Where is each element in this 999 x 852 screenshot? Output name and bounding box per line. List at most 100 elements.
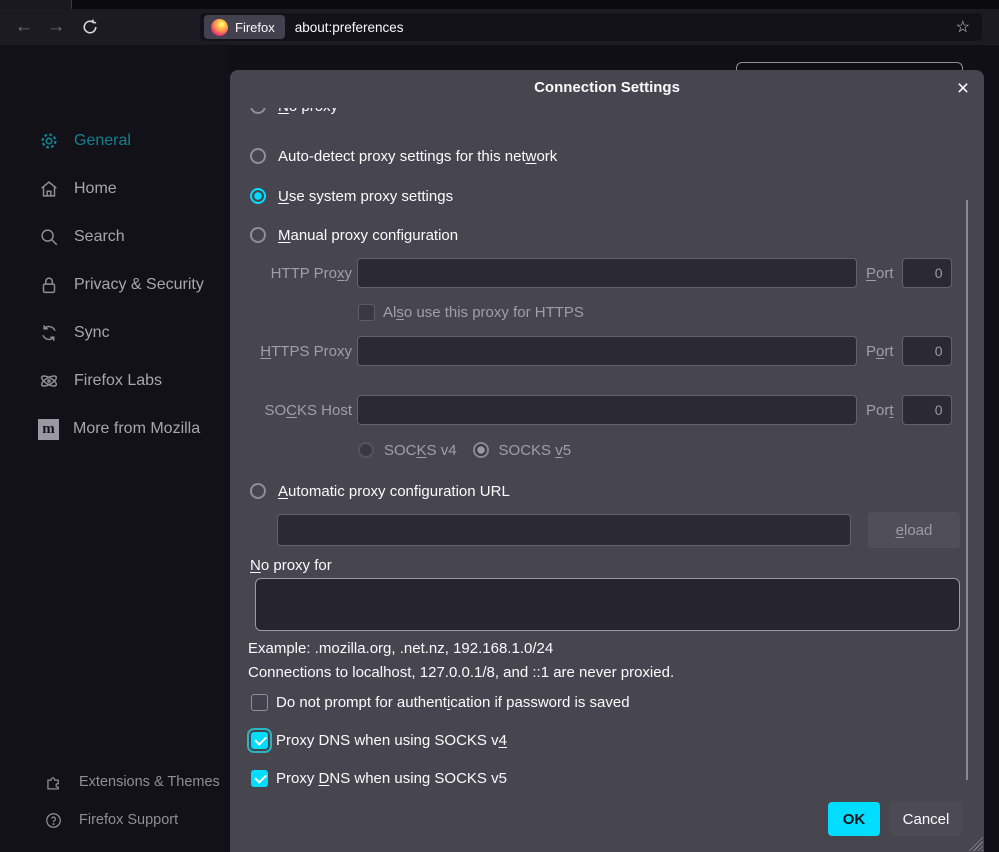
auto-config-url-input — [277, 514, 851, 546]
sidebar-item-label: Extensions & Themes — [79, 774, 220, 790]
find-in-settings-search-box[interactable] — [736, 62, 963, 70]
socks-host-row: SOCKS Host Port — [250, 395, 952, 425]
https-proxy-row: HTTPS Proxy Port — [250, 336, 952, 366]
back-icon: ← — [15, 16, 34, 38]
search-icon — [38, 226, 60, 248]
sidebar-item-more-from-mozilla[interactable]: m More from Mozilla — [0, 409, 230, 449]
url-bar[interactable]: Firefox about:preferences ☆ — [200, 13, 982, 41]
dialog-scrollbar-thumb[interactable] — [966, 200, 968, 780]
sidebar-item-label: Firefox Support — [79, 812, 178, 828]
proxy-dns-socks-v5-checkbox[interactable] — [251, 770, 268, 787]
ok-button[interactable]: OK — [828, 802, 880, 836]
sidebar-item-label: Privacy & Security — [74, 276, 204, 294]
question-mark-icon — [44, 811, 63, 830]
resize-grip[interactable] — [968, 836, 983, 851]
http-proxy-input — [357, 258, 857, 288]
sidebar-item-label: Home — [74, 180, 117, 198]
socks-v5-radio — [473, 442, 489, 458]
http-port-input — [902, 258, 952, 288]
socks-version-row: SOCKS v4 SOCKS v5 — [358, 440, 571, 460]
sidebar-item-general[interactable]: General — [0, 121, 230, 161]
https-proxy-input — [357, 336, 857, 366]
no-proxy-radio[interactable] — [250, 108, 266, 114]
checkbox-label: Proxy DNS when using SOCKS v5 — [276, 770, 507, 787]
preferences-sidebar: General Home Search Privacy & Security S… — [0, 45, 230, 852]
https-port-input — [902, 336, 952, 366]
radio-label: Automatic proxy configuration URL — [278, 483, 510, 500]
example-line-2: Connections to localhost, 127.0.0.1/8, a… — [248, 662, 674, 682]
engine-chip-label: Firefox — [235, 20, 275, 35]
reload-button: eload — [868, 512, 960, 548]
radio-row-system-proxy: Use system proxy settings — [250, 184, 453, 208]
radio-label: No proxy — [278, 108, 338, 115]
sidebar-item-label: General — [74, 132, 131, 150]
sidebar-item-label: Sync — [74, 324, 110, 342]
sidebar-item-firefox-support[interactable]: Firefox Support — [0, 800, 230, 840]
gear-icon — [38, 130, 60, 152]
active-tab[interactable] — [0, 0, 72, 9]
mozilla-logo-icon: m — [38, 419, 59, 440]
radio-label: Use system proxy settings — [278, 188, 453, 205]
firefox-logo-icon — [211, 19, 228, 36]
clipped-no-proxy-row: No proxy — [250, 108, 650, 118]
url-text: about:preferences — [295, 20, 404, 35]
sidebar-item-privacy-security[interactable]: Privacy & Security — [0, 265, 230, 305]
reload-icon — [81, 18, 99, 36]
autodetect-proxy-radio[interactable] — [250, 148, 266, 164]
manual-proxy-radio[interactable] — [250, 227, 266, 243]
http-port-label: Port — [866, 265, 894, 282]
no-proxy-for-label: No proxy for — [250, 555, 332, 575]
sidebar-item-label: Search — [74, 228, 125, 246]
socks-host-label: SOCKS Host — [250, 402, 357, 419]
sidebar-item-extensions-themes[interactable]: Extensions & Themes — [0, 762, 230, 802]
puzzle-piece-icon — [44, 773, 63, 792]
connection-settings-dialog: Connection Settings × No proxy Auto-dete… — [230, 70, 984, 852]
navigation-toolbar: ← → Firefox about:preferences ☆ — [0, 9, 999, 45]
proxy-dns-socks-v4-checkbox[interactable] — [251, 732, 268, 749]
sidebar-item-search[interactable]: Search — [0, 217, 230, 257]
tab-strip — [0, 0, 999, 9]
https-proxy-label: HTTPS Proxy — [250, 343, 357, 360]
also-use-for-https-checkbox — [358, 304, 375, 321]
radio-row-auto-url: Automatic proxy configuration URL — [250, 479, 510, 503]
no-auth-prompt-checkbox[interactable] — [251, 694, 268, 711]
auto-config-url-radio[interactable] — [250, 483, 266, 499]
bookmark-star-icon[interactable]: ☆ — [956, 13, 970, 41]
forward-icon: → — [47, 16, 66, 38]
also-https-row: Also use this proxy for HTTPS — [358, 302, 584, 322]
sidebar-item-firefox-labs[interactable]: Firefox Labs — [0, 361, 230, 401]
socks-v4-radio — [358, 442, 374, 458]
sidebar-item-sync[interactable]: Sync — [0, 313, 230, 353]
checkbox-label: Proxy DNS when using SOCKS v4 — [276, 732, 507, 749]
lock-icon — [38, 274, 60, 296]
socks-port-input — [902, 395, 952, 425]
checkbox-label: Do not prompt for authentication if pass… — [276, 694, 630, 711]
reload-page-button[interactable] — [74, 9, 106, 45]
atom-icon — [38, 370, 60, 392]
dialog-title: Connection Settings — [230, 70, 984, 104]
https-port-label: Port — [866, 343, 894, 360]
search-engine-chip[interactable]: Firefox — [204, 15, 285, 39]
http-proxy-row: HTTP Proxy Port — [250, 258, 952, 288]
reload-button-label: eload — [896, 522, 933, 539]
auth-prompt-row: Do not prompt for authentication if pass… — [251, 692, 630, 712]
radio-label: SOCKS v4 — [384, 442, 457, 459]
back-button[interactable]: ← — [8, 9, 40, 45]
radio-row-autodetect: Auto-detect proxy settings for this netw… — [250, 144, 557, 168]
radio-label: Auto-detect proxy settings for this netw… — [278, 148, 557, 165]
checkbox-label: Also use this proxy for HTTPS — [383, 304, 584, 321]
proxy-dns-v4-row: Proxy DNS when using SOCKS v4 — [251, 730, 507, 750]
no-proxy-for-textarea[interactable] — [255, 578, 960, 631]
sidebar-item-label: More from Mozilla — [73, 420, 200, 438]
sidebar-item-home[interactable]: Home — [0, 169, 230, 209]
forward-button[interactable]: → — [40, 9, 72, 45]
system-proxy-radio[interactable] — [250, 188, 266, 204]
socks-host-input — [357, 395, 857, 425]
cancel-button[interactable]: Cancel — [890, 802, 962, 836]
proxy-dns-v5-row: Proxy DNS when using SOCKS v5 — [251, 768, 507, 788]
example-line-1: Example: .mozilla.org, .net.nz, 192.168.… — [248, 638, 553, 658]
radio-label: Manual proxy configuration — [278, 227, 458, 244]
close-icon[interactable]: × — [950, 76, 976, 102]
home-icon — [38, 178, 60, 200]
sidebar-item-label: Firefox Labs — [74, 372, 162, 390]
